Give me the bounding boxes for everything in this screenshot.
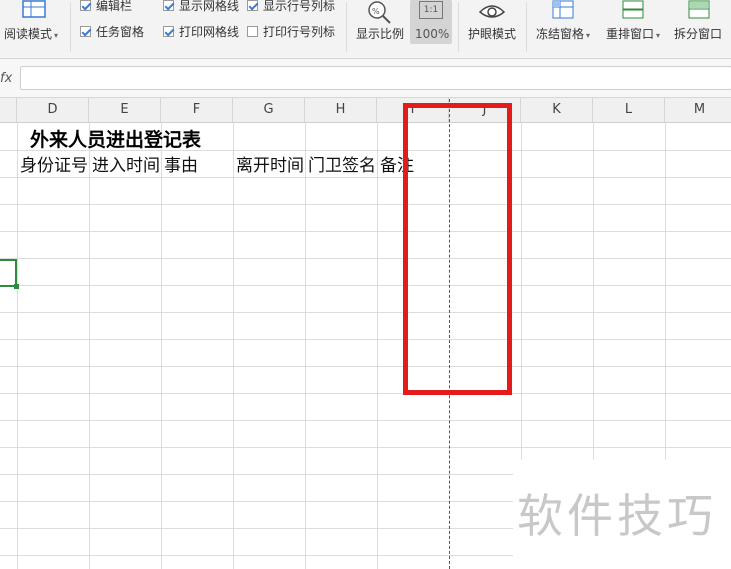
- ribbon-toolbar: 阅读模式 ▾ 编辑栏 显示网格线 显示行号列标 任务窗格 打印网格线 打印行号列标…: [0, 0, 731, 59]
- checkbox[interactable]: [163, 26, 174, 37]
- grid-row-line: [0, 420, 731, 421]
- checkbox-label: 显示行号列标: [263, 0, 336, 13]
- grid-row-line: [0, 555, 513, 556]
- separator: [526, 2, 527, 52]
- grid-row-line: [0, 204, 731, 205]
- zoom-button[interactable]: % 显示比例: [352, 0, 406, 50]
- eye-protection-button[interactable]: 护眼模式: [464, 0, 520, 50]
- header-entry-time[interactable]: 进入时间: [92, 154, 161, 178]
- grid-row-line: [0, 393, 731, 394]
- freeze-panes-button[interactable]: 冻结窗格 ▾: [532, 0, 596, 50]
- column-header-h[interactable]: H: [305, 98, 377, 122]
- arrange-windows-label: 重排窗口 ▾: [606, 27, 661, 41]
- arrange-windows-button[interactable]: 重排窗口 ▾: [602, 0, 666, 50]
- column-header-c[interactable]: [0, 98, 17, 122]
- reading-mode-icon: [22, 0, 46, 18]
- grid-row-line: [0, 339, 731, 340]
- grid-row-line: [0, 447, 731, 448]
- zoom-value-label: 100%: [415, 27, 450, 41]
- checkbox-label: 打印行号列标: [263, 25, 336, 39]
- checkbox[interactable]: [247, 0, 258, 11]
- highlight-annotation-box: [403, 103, 512, 395]
- eye-mode-label: 护眼模式: [468, 27, 517, 41]
- split-window-icon: [688, 0, 710, 19]
- separator: [458, 2, 459, 52]
- split-window-label: 拆分窗口: [674, 27, 723, 41]
- fx-icon[interactable]: fx: [0, 71, 12, 86]
- reading-mode-label: 阅读模式 ▾: [4, 27, 59, 41]
- reading-mode-button[interactable]: 阅读模式 ▾: [2, 0, 62, 50]
- checkbox[interactable]: [163, 0, 174, 11]
- grid-column-line: [593, 123, 594, 460]
- one-to-one-icon: 1:1: [419, 1, 443, 19]
- zoom-label: 显示比例: [356, 27, 405, 41]
- grid-column-line: [521, 123, 522, 460]
- checkbox-label: 打印网格线: [179, 25, 240, 39]
- separator: [346, 2, 347, 52]
- grid-row-line: [0, 231, 731, 232]
- grid-row-line: [0, 285, 731, 286]
- grid-row-line: [0, 258, 731, 259]
- column-header-k[interactable]: K: [521, 98, 593, 122]
- grid-column-line: [305, 123, 306, 569]
- grid-column-line: [17, 123, 18, 569]
- column-header-bar: D E F G H I J K L M: [0, 98, 731, 123]
- grid-row-line: [0, 366, 731, 367]
- freeze-panes-label: 冻结窗格 ▾: [536, 27, 591, 41]
- eye-icon: [478, 5, 506, 18]
- grid-column-line: [89, 123, 90, 569]
- grid-row-line: [0, 528, 513, 529]
- grid-column-line: [665, 123, 666, 460]
- zoom-100-button[interactable]: 1:1 100%: [410, 0, 452, 44]
- column-header-d[interactable]: D: [17, 98, 89, 122]
- checkbox-label: 编辑栏: [96, 0, 133, 13]
- svg-text:%: %: [372, 7, 380, 16]
- checkbox-label: 显示网格线: [179, 0, 240, 13]
- checkbox-label: 任务窗格: [96, 25, 145, 39]
- header-id-number[interactable]: 身份证号: [20, 154, 89, 178]
- magnifier-icon: %: [368, 1, 391, 24]
- formula-input[interactable]: [20, 66, 731, 90]
- arrange-windows-icon: [622, 0, 644, 19]
- grid-column-line: [233, 123, 234, 569]
- grid-row-line: [0, 501, 513, 502]
- column-header-l[interactable]: L: [593, 98, 665, 122]
- column-header-m[interactable]: M: [665, 98, 731, 122]
- active-cell-indicator[interactable]: [0, 259, 17, 287]
- split-window-button[interactable]: 拆分窗口: [672, 0, 731, 50]
- watermark-text: 软件技巧: [517, 489, 717, 543]
- fill-handle[interactable]: [14, 284, 19, 289]
- separator: [70, 2, 71, 52]
- checkbox[interactable]: [247, 26, 258, 37]
- grid-column-line: [161, 123, 162, 569]
- freeze-panes-icon: [552, 0, 574, 19]
- grid-row-line: [0, 474, 513, 475]
- formula-bar: fx: [0, 59, 731, 98]
- grid-row-line: [0, 312, 731, 313]
- column-header-g[interactable]: G: [233, 98, 305, 122]
- column-header-f[interactable]: F: [161, 98, 233, 122]
- grid-column-line: [377, 123, 378, 569]
- checkbox[interactable]: [80, 26, 91, 37]
- header-exit-time[interactable]: 离开时间: [236, 154, 305, 178]
- header-guard-signature[interactable]: 门卫签名: [308, 154, 377, 178]
- header-reason[interactable]: 事由: [164, 154, 233, 178]
- sheet-title[interactable]: 外来人员进出登记表: [30, 125, 201, 152]
- column-header-e[interactable]: E: [89, 98, 161, 122]
- checkbox[interactable]: [80, 0, 91, 11]
